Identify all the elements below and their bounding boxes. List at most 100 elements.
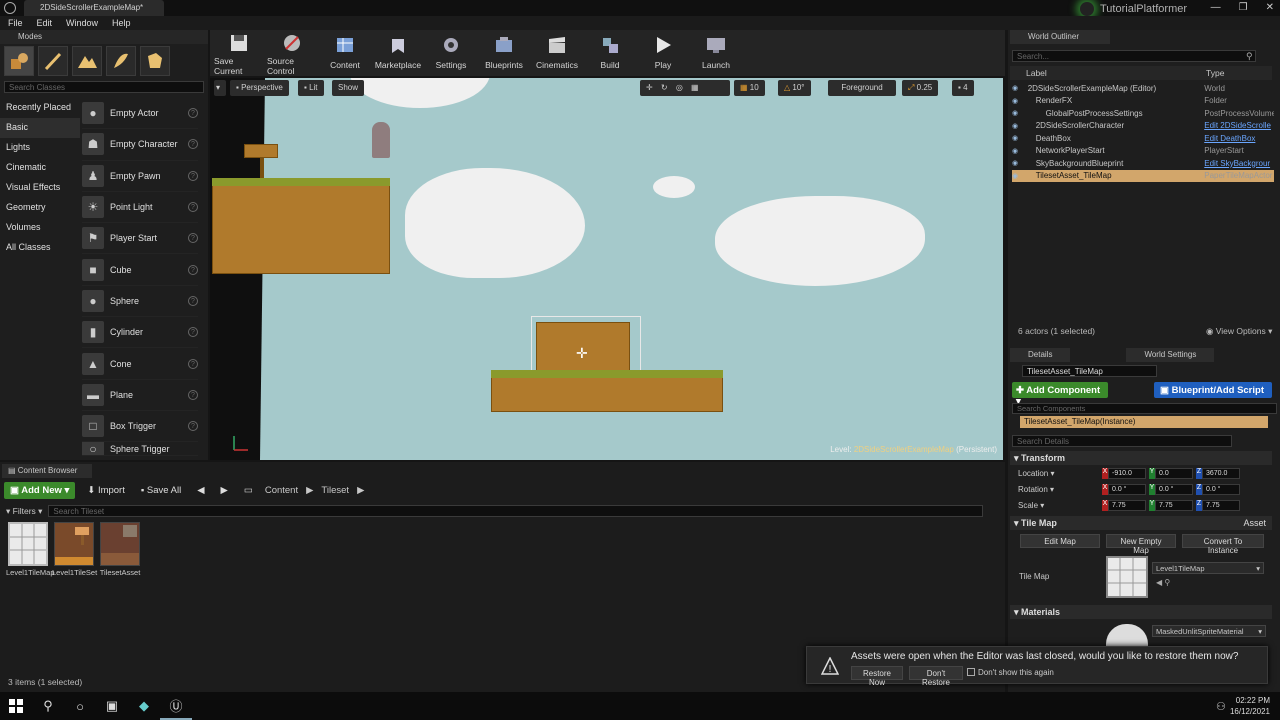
modes-tab[interactable]: Modes bbox=[0, 30, 208, 44]
visibility-eye-icon[interactable]: ◉ bbox=[1012, 97, 1022, 105]
save-current-button[interactable]: Save Current bbox=[214, 30, 264, 76]
breadcrumb-tileset[interactable]: Tileset bbox=[321, 485, 349, 496]
help-icon[interactable]: ? bbox=[188, 389, 198, 400]
outliner-row[interactable]: ◉ 2DSideScrollerCharacter Edit 2DSideScrol… bbox=[1012, 120, 1274, 133]
geometry-mode-icon[interactable] bbox=[140, 46, 170, 76]
app-icon[interactable]: ◆ bbox=[128, 692, 160, 720]
layer-button[interactable]: Foreground bbox=[828, 80, 896, 96]
menu-window[interactable]: Window bbox=[66, 18, 98, 28]
play-button[interactable]: Play bbox=[638, 30, 688, 76]
world-settings-tab[interactable]: World Settings bbox=[1126, 348, 1215, 362]
actor-name-field[interactable]: TilesetAsset_TileMap bbox=[1022, 365, 1157, 377]
system-clock[interactable]: 02:22 PM 16/12/2021 bbox=[1230, 695, 1270, 717]
content-browser-tab[interactable]: ▤ Content Browser bbox=[2, 464, 92, 478]
help-icon[interactable]: ? bbox=[188, 108, 198, 119]
outliner-row[interactable]: ◉ 2DSideScrollerExampleMap (Editor) World bbox=[1012, 82, 1274, 95]
scale-y-value[interactable]: 7.75 bbox=[1155, 499, 1193, 511]
category-cinematic[interactable]: Cinematic bbox=[0, 158, 80, 178]
location-x[interactable]: X -910.0 bbox=[1102, 467, 1146, 479]
convert-to-instance-button[interactable]: Convert To Instance bbox=[1182, 534, 1264, 555]
visibility-eye-icon[interactable]: ◉ bbox=[1012, 147, 1022, 155]
save-all-button[interactable]: ▪ Save All bbox=[137, 482, 185, 499]
rotation-x-value[interactable]: 0.0 ° bbox=[1108, 483, 1146, 495]
outliner-row[interactable]: ◉ RenderFX Folder bbox=[1012, 95, 1274, 108]
view-options-button[interactable]: ◉ View Options ▾ bbox=[1206, 326, 1272, 337]
launch-button[interactable]: Launch bbox=[691, 30, 741, 76]
marketplace-button[interactable]: Marketplace bbox=[373, 30, 423, 76]
camera-speed-button[interactable]: ▪ 4 bbox=[952, 80, 974, 96]
location-z[interactable]: Z 3670.0 bbox=[1196, 467, 1240, 479]
asset-tile[interactable]: Level1TileMap bbox=[6, 522, 55, 577]
class-item[interactable]: ■ Cube? bbox=[82, 254, 198, 286]
level-tab[interactable]: 2DSideScrollerExampleMap* bbox=[24, 0, 164, 16]
category-basic[interactable]: Basic bbox=[0, 118, 80, 138]
menu-file[interactable]: File bbox=[8, 18, 23, 28]
search-icon[interactable]: ⚲ bbox=[32, 692, 64, 720]
minimize-button[interactable]: — bbox=[1211, 2, 1221, 13]
class-item[interactable]: ♟ Empty Pawn? bbox=[82, 161, 198, 192]
menu-help[interactable]: Help bbox=[112, 18, 131, 28]
asset-nav-icons[interactable]: ◀ ⚲ bbox=[1156, 578, 1170, 587]
class-item[interactable]: ▲ Cone? bbox=[82, 348, 198, 380]
character-sprite[interactable] bbox=[372, 122, 390, 158]
world-outliner-tab[interactable]: World Outliner bbox=[1010, 30, 1110, 44]
forward-arrow-icon[interactable]: ▶ bbox=[217, 482, 232, 499]
paint-mode-icon[interactable] bbox=[38, 46, 68, 76]
outliner-row[interactable]: ◉ DeathBox Edit DeathBox bbox=[1012, 132, 1274, 145]
class-item[interactable]: ● Sphere? bbox=[82, 286, 198, 318]
search-components-input[interactable]: Search Components bbox=[1012, 403, 1277, 414]
grid-snap-button[interactable]: ▦ 10 bbox=[734, 80, 765, 96]
asset-tile[interactable]: TilesetAsset bbox=[98, 522, 142, 577]
move-gizmo-icon[interactable]: ✛ bbox=[576, 346, 590, 360]
add-component-button[interactable]: ✚ Add Component ▾ bbox=[1012, 382, 1108, 407]
sign-post[interactable] bbox=[244, 144, 278, 158]
blueprints-button[interactable]: Blueprints bbox=[479, 30, 529, 76]
edit-map-button[interactable]: Edit Map bbox=[1020, 534, 1100, 548]
source-control-button[interactable]: Source Control bbox=[267, 30, 317, 76]
back-arrow-icon[interactable]: ◀ bbox=[193, 482, 208, 499]
visibility-eye-icon[interactable]: ◉ bbox=[1012, 109, 1022, 117]
tile-map-dropdown[interactable]: Level1TileMap ▾ bbox=[1152, 562, 1264, 574]
scale-snap-button[interactable]: ⤢ 0.25 bbox=[902, 80, 939, 96]
help-icon[interactable]: ? bbox=[188, 295, 198, 306]
category-all-classes[interactable]: All Classes bbox=[0, 238, 80, 258]
rotation-y[interactable]: Y 0.0 ° bbox=[1149, 483, 1193, 495]
content-button[interactable]: Content bbox=[320, 30, 370, 76]
class-item[interactable]: ● Empty Actor? bbox=[82, 98, 198, 130]
cortana-icon[interactable]: ○ bbox=[64, 692, 96, 720]
landscape-mode-icon[interactable] bbox=[72, 46, 102, 76]
help-icon[interactable]: ? bbox=[188, 421, 198, 432]
help-icon[interactable]: ? bbox=[188, 327, 198, 338]
level-viewport[interactable]: ✛ Level: 2DSideScrollerExampleMap (Persi… bbox=[210, 78, 1003, 460]
visibility-eye-icon[interactable]: ◉ bbox=[1012, 172, 1022, 180]
breadcrumb-content[interactable]: Content bbox=[265, 485, 298, 496]
scale-z-value[interactable]: 7.75 bbox=[1202, 499, 1240, 511]
start-icon[interactable] bbox=[0, 692, 32, 720]
class-item[interactable]: ⚑ Player Start? bbox=[82, 223, 198, 255]
rotation-z[interactable]: Z 0.0 ° bbox=[1196, 483, 1240, 495]
location-z-value[interactable]: 3670.0 bbox=[1202, 467, 1240, 479]
scale-x-value[interactable]: 7.75 bbox=[1108, 499, 1146, 511]
outliner-row-type[interactable]: Edit SkyBackgrour bbox=[1204, 159, 1274, 168]
class-item[interactable]: ☗ Empty Character? bbox=[82, 129, 198, 161]
filters-button[interactable]: ▾ Filters ▾ bbox=[6, 506, 42, 517]
checkbox-icon[interactable] bbox=[967, 668, 975, 676]
class-item[interactable]: ☀ Point Light? bbox=[82, 192, 198, 224]
outliner-row-type[interactable]: Edit 2DSideScrolle bbox=[1204, 121, 1274, 130]
tile-map-thumbnail-icon[interactable] bbox=[1106, 556, 1148, 598]
tile-map-section[interactable]: ▾ Tile Map Asset bbox=[1010, 516, 1272, 530]
class-item[interactable]: □ Box Trigger? bbox=[82, 411, 198, 443]
outliner-row[interactable]: ◉ TilesetAsset_TileMap PaperTileMapActor bbox=[1012, 169, 1274, 182]
rotation-x[interactable]: X 0.0 ° bbox=[1102, 483, 1146, 495]
help-icon[interactable]: ? bbox=[188, 264, 198, 275]
search-details-input[interactable]: Search Details bbox=[1012, 435, 1232, 447]
outliner-search-input[interactable]: Search... bbox=[1012, 50, 1256, 62]
network-icon[interactable]: ⚇ bbox=[1216, 700, 1226, 713]
outliner-row[interactable]: ◉ GlobalPostProcessSettings PostProcessVol… bbox=[1012, 107, 1274, 120]
search-tileset-input[interactable]: Search Tileset bbox=[48, 505, 983, 517]
rotation-z-value[interactable]: 0.0 ° bbox=[1202, 483, 1240, 495]
component-row[interactable]: TilesetAsset_TileMap(Instance) bbox=[1020, 416, 1268, 428]
class-item[interactable]: ▬ Plane? bbox=[82, 380, 198, 411]
perspective-button[interactable]: ▪ Perspective bbox=[230, 80, 289, 96]
details-tab[interactable]: Details bbox=[1010, 348, 1071, 362]
